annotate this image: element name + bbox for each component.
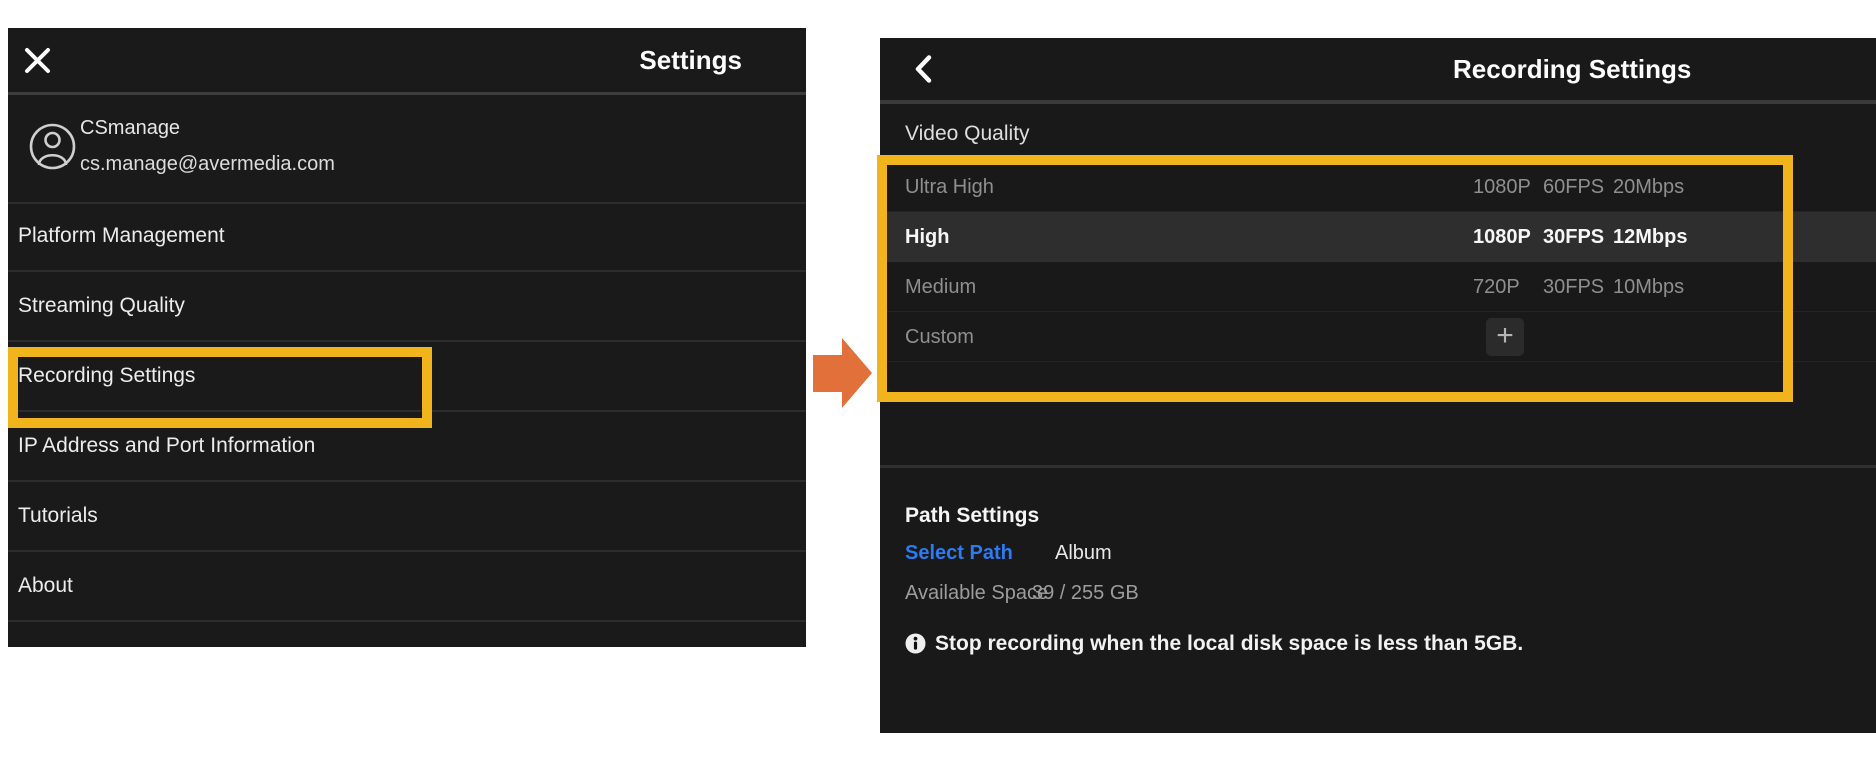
arrow-right-icon <box>810 333 878 413</box>
disk-space-note-row: Stop recording when the local disk space… <box>880 629 1876 659</box>
disk-space-note: Stop recording when the local disk space… <box>935 629 1523 659</box>
quality-resolution: 1080P <box>1473 162 1531 212</box>
back-chevron-icon[interactable] <box>914 55 932 83</box>
settings-title: Settings <box>639 28 742 92</box>
quality-option-high[interactable]: High 1080P 30FPS 12Mbps <box>880 212 1876 262</box>
available-space-row: Available Space 39 / 255 GB <box>880 578 1876 608</box>
profile-name: CSmanage <box>80 117 180 140</box>
user-avatar-icon <box>29 123 76 170</box>
quality-bitrate: 12Mbps <box>1613 212 1687 262</box>
menu-item-about[interactable]: About <box>8 552 806 622</box>
quality-fps: 60FPS <box>1543 162 1604 212</box>
quality-fps: 30FPS <box>1543 262 1604 312</box>
settings-header: Settings <box>8 28 806 95</box>
selected-path-value: Album <box>1055 538 1112 568</box>
available-space-value: 39 / 255 GB <box>1032 578 1139 608</box>
available-space-label: Available Space <box>905 578 1048 608</box>
quality-label: Medium <box>905 262 976 312</box>
select-path-link[interactable]: Select Path <box>905 538 1013 568</box>
menu-item-ip-address-port[interactable]: IP Address and Port Information <box>8 412 806 482</box>
path-settings-heading: Path Settings <box>905 500 1039 532</box>
quality-label: High <box>905 212 949 262</box>
menu-item-platform-management[interactable]: Platform Management <box>8 202 806 272</box>
recording-settings-title: Recording Settings <box>1453 38 1691 100</box>
menu-item-recording-settings[interactable]: Recording Settings <box>8 342 806 412</box>
settings-menu: Platform Management Streaming Quality Re… <box>8 202 806 622</box>
quality-option-custom[interactable]: Custom + <box>880 312 1876 362</box>
quality-label: Custom <box>905 312 974 362</box>
close-icon[interactable] <box>24 47 51 74</box>
quality-fps: 30FPS <box>1543 212 1604 262</box>
menu-item-streaming-quality[interactable]: Streaming Quality <box>8 272 806 342</box>
quality-bitrate: 10Mbps <box>1613 262 1684 312</box>
recording-settings-screen: Recording Settings Video Quality Ultra H… <box>880 38 1876 733</box>
recording-settings-header: Recording Settings <box>880 38 1876 104</box>
quality-option-medium[interactable]: Medium 720P 30FPS 10Mbps <box>880 262 1876 312</box>
menu-item-tutorials[interactable]: Tutorials <box>8 482 806 552</box>
profile-row[interactable]: CSmanage cs.manage@avermedia.com <box>8 92 806 204</box>
select-path-row: Select Path Album <box>880 538 1876 568</box>
tutorial-canvas: Settings CSmanage cs.manage@avermedia.co… <box>0 0 1876 765</box>
video-quality-list: Ultra High 1080P 60FPS 20Mbps High 1080P… <box>880 162 1876 362</box>
settings-screen: Settings CSmanage cs.manage@avermedia.co… <box>8 28 806 647</box>
section-divider <box>880 465 1876 468</box>
quality-option-ultra-high[interactable]: Ultra High 1080P 60FPS 20Mbps <box>880 162 1876 212</box>
quality-resolution: 1080P <box>1473 212 1531 262</box>
profile-email: cs.manage@avermedia.com <box>80 153 335 176</box>
quality-label: Ultra High <box>905 162 994 212</box>
add-custom-quality-button[interactable]: + <box>1486 318 1524 356</box>
quality-bitrate: 20Mbps <box>1613 162 1684 212</box>
info-icon <box>905 633 926 654</box>
quality-resolution: 720P <box>1473 262 1520 312</box>
video-quality-label: Video Quality <box>905 114 1030 154</box>
